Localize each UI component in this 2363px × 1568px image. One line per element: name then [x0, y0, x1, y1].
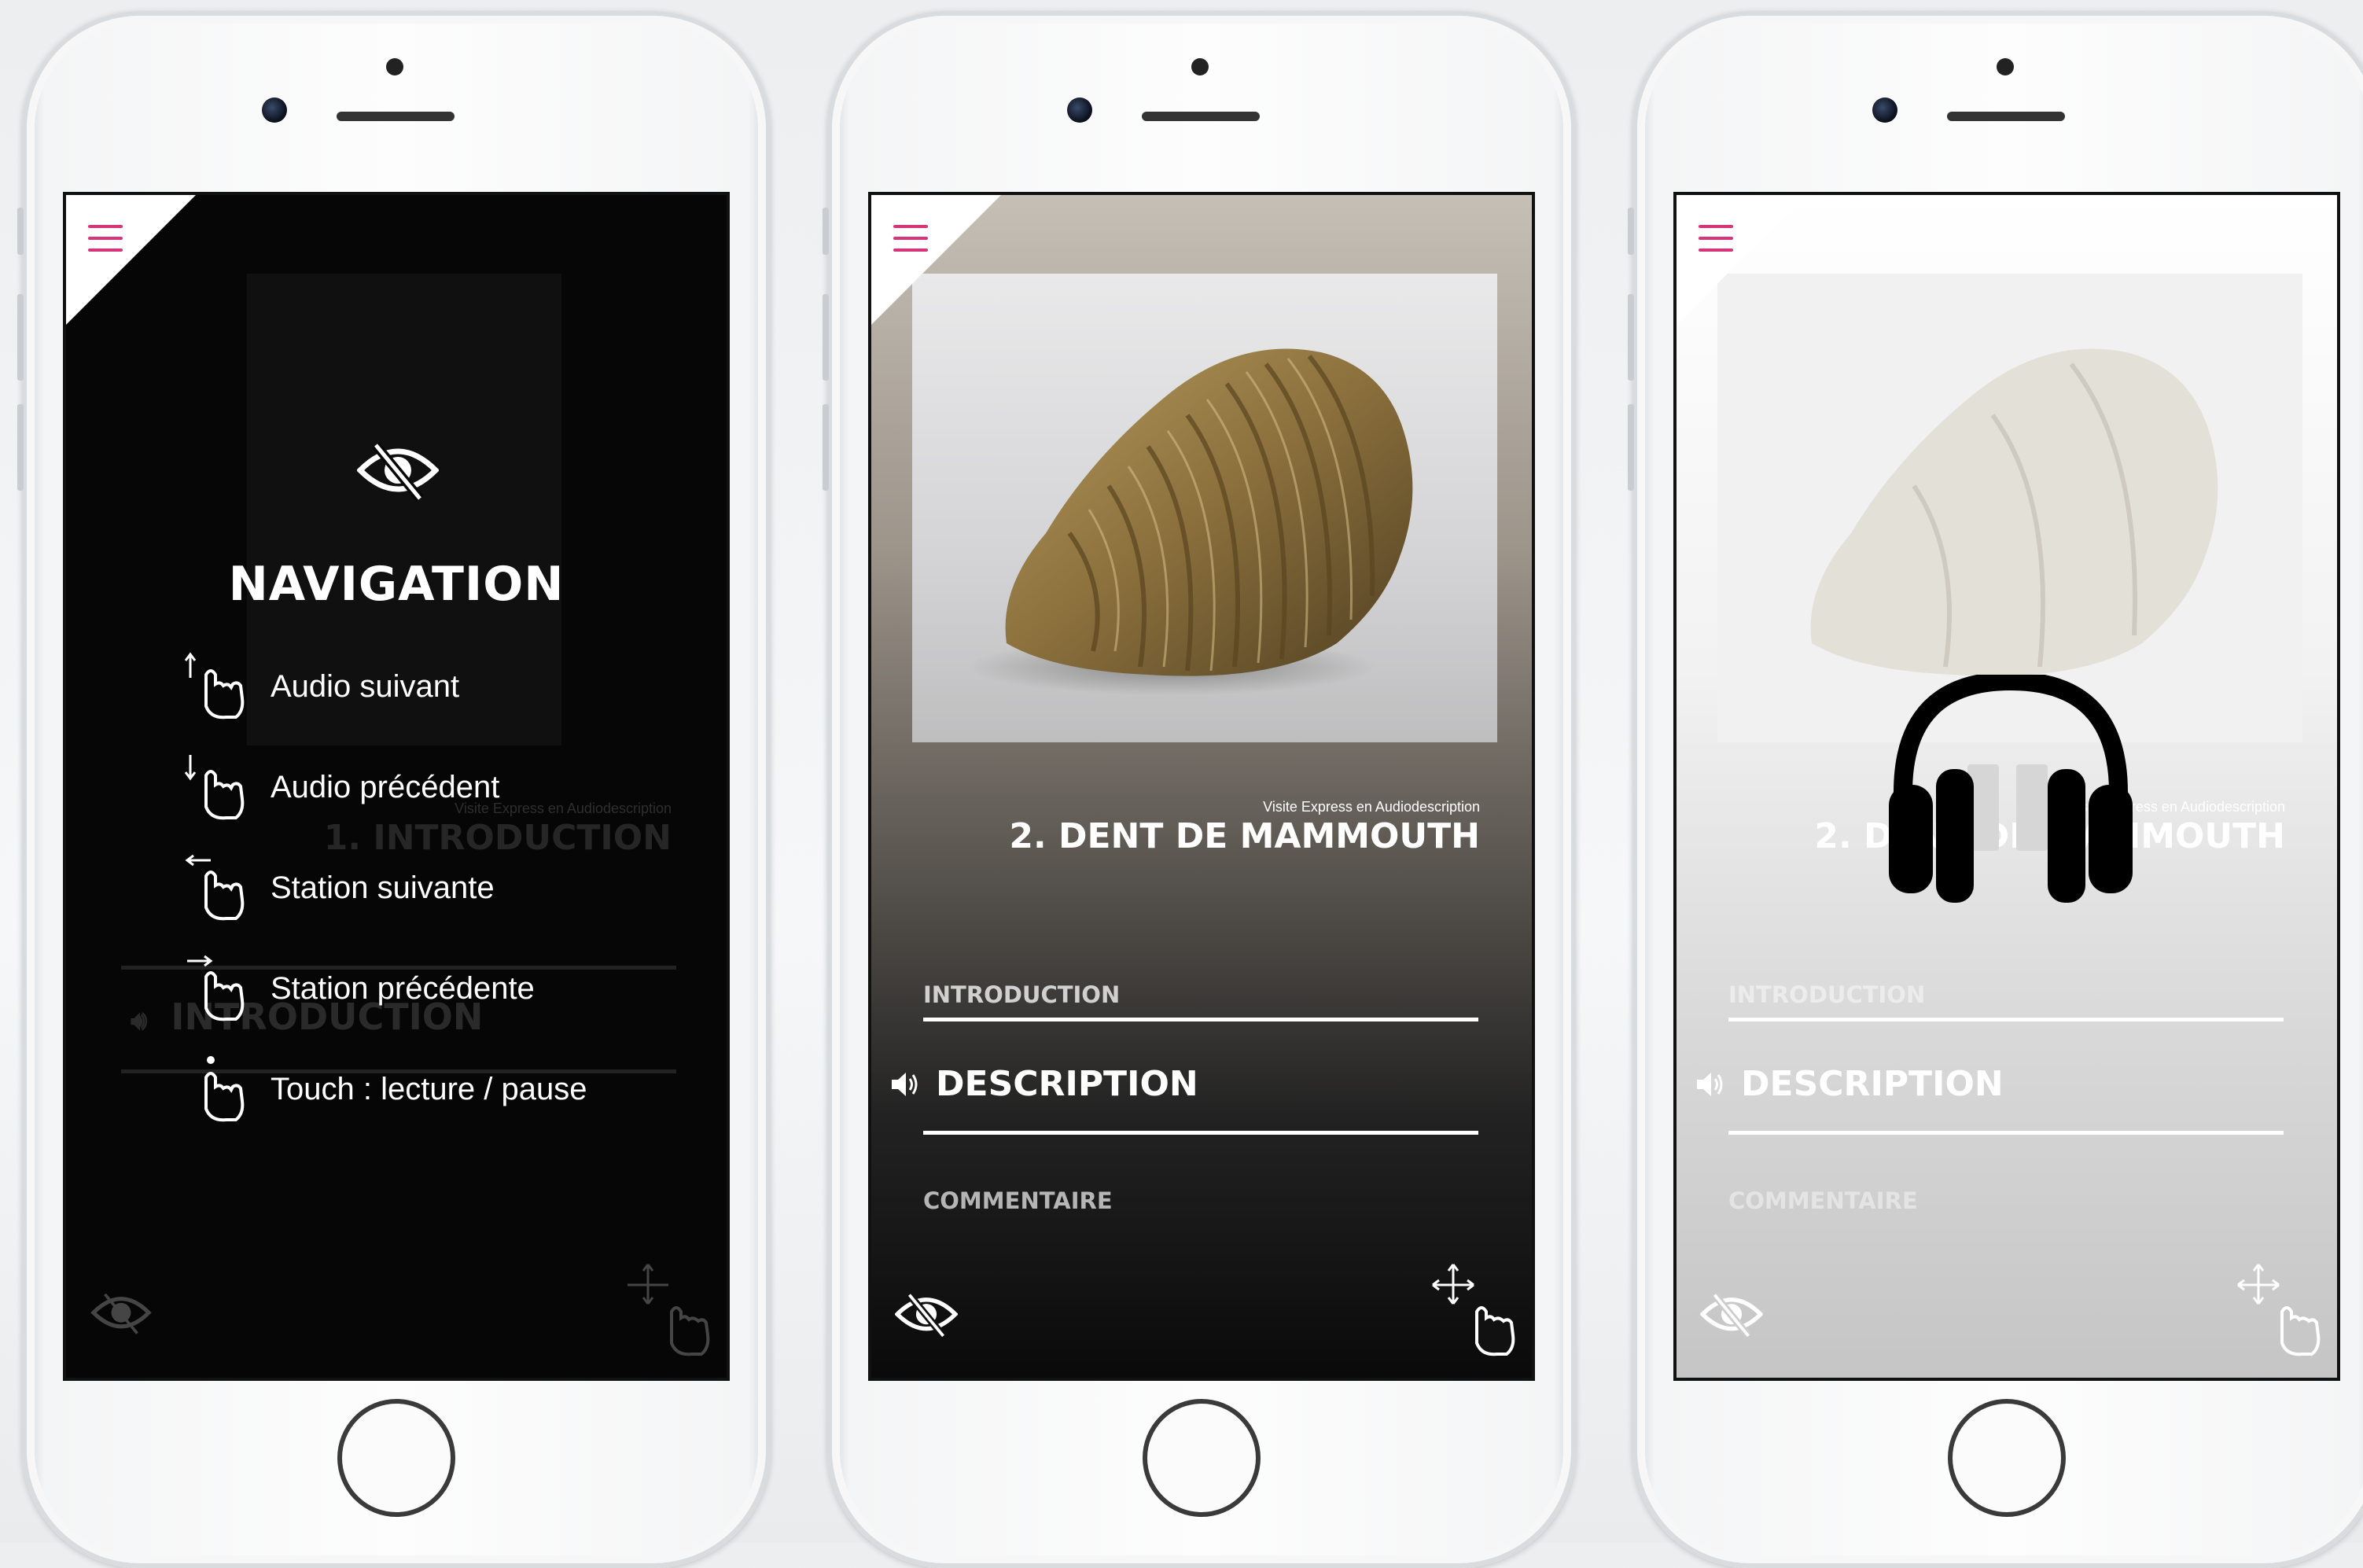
nav-item-audio-suivant: Audio suivant — [184, 651, 459, 722]
volume-up-button — [17, 294, 24, 381]
track-description-active[interactable]: DESCRIPTION — [1695, 1064, 2004, 1104]
phone-track-player: Visite Express en Audiodescription 2. DE… — [823, 11, 1576, 1568]
eye-icon[interactable] — [894, 1290, 959, 1344]
swipe-left-hand-icon — [185, 854, 245, 921]
earpiece-speaker — [337, 112, 455, 121]
artwork-image-faded — [1717, 274, 2302, 742]
proximity-sensor — [386, 58, 403, 75]
track-divider — [923, 1018, 1478, 1021]
nav-item-touch: Touch : lecture / pause — [184, 1054, 587, 1124]
nav-item-label: Audio précédent — [271, 769, 500, 804]
menu-icon[interactable] — [88, 225, 123, 252]
front-camera — [262, 98, 287, 123]
player-screen: Visite Express en Audiodescription 2. DE… — [868, 192, 1535, 1381]
swipe-right-hand-icon — [187, 955, 245, 1021]
home-button[interactable] — [337, 1399, 455, 1517]
track-introduction[interactable]: INTRODUCTION — [923, 981, 1120, 1008]
nav-item-station-precedente: Station précédente — [184, 953, 535, 1024]
eye-icon[interactable] — [1699, 1290, 1764, 1344]
track-commentaire[interactable]: COMMENTAIRE — [1728, 1187, 1918, 1214]
track-commentaire[interactable]: COMMENTAIRE — [923, 1187, 1113, 1214]
volume-down-button — [1628, 404, 1634, 491]
swipe-up-hand-icon — [184, 652, 245, 720]
mammoth-tooth-image — [967, 348, 1413, 695]
track-introduction[interactable]: INTRODUCTION — [1728, 981, 1925, 1008]
corner-tab — [66, 195, 196, 325]
track-label: DESCRIPTION — [936, 1064, 1198, 1104]
speaker-icon — [1697, 1072, 1723, 1096]
navigation-title: NAVIGATION — [228, 557, 565, 612]
menu-icon[interactable] — [893, 225, 928, 252]
subtitle: Visite Express en Audiodescription — [1263, 799, 1480, 815]
track-divider — [1728, 1131, 2284, 1135]
tap-hand-icon — [204, 1056, 245, 1122]
phone-audio-playing: Visite Express en Audiodescription 2. DE… — [1628, 11, 2363, 1568]
corner-tab — [1677, 195, 1806, 325]
track-divider — [1728, 1018, 2284, 1021]
eye-icon-dimmed — [90, 1290, 153, 1341]
mute-switch — [823, 208, 829, 255]
volume-up-button — [823, 294, 829, 381]
station-title: 2. DENT DE MAMMOUTH — [1009, 816, 1480, 856]
phone-navigation-help: Visite Express en Audiodescription 1. IN… — [17, 11, 771, 1568]
front-camera — [1067, 98, 1092, 123]
eye-icon — [356, 439, 440, 507]
speaker-icon: 🔊︎ — [131, 1005, 148, 1036]
nav-item-label: Touch : lecture / pause — [271, 1071, 587, 1106]
headphones-icon — [1889, 671, 2133, 907]
nav-item-audio-precedent: Audio précédent — [184, 752, 499, 823]
corner-tab — [871, 195, 1001, 325]
volume-up-button — [1628, 294, 1634, 381]
proximity-sensor — [1997, 58, 2014, 75]
three-phone-mockup: Visite Express en Audiodescription 1. IN… — [0, 0, 2363, 1568]
speaker-icon — [892, 1072, 918, 1096]
swipe-down-hand-icon — [184, 755, 245, 820]
mute-switch — [17, 208, 24, 255]
home-button[interactable] — [1143, 1399, 1261, 1517]
nav-item-label: Station précédente — [271, 970, 535, 1006]
nav-item-label: Station suivante — [271, 870, 495, 905]
front-camera — [1872, 98, 1897, 123]
home-button[interactable] — [1948, 1399, 2066, 1517]
earpiece-speaker — [1947, 112, 2065, 121]
track-divider — [923, 1131, 1478, 1135]
player-screen-faded: Visite Express en Audiodescription 2. DE… — [1673, 192, 2340, 1381]
artwork-image — [912, 274, 1497, 742]
navigation-screen: Visite Express en Audiodescription 1. IN… — [63, 192, 730, 1381]
volume-down-button — [17, 404, 24, 491]
earpiece-speaker — [1142, 112, 1260, 121]
gesture-icon[interactable] — [1422, 1257, 1524, 1371]
gesture-icon-dimmed — [617, 1257, 719, 1371]
mute-switch — [1628, 208, 1634, 255]
proximity-sensor — [1191, 58, 1209, 75]
nav-item-station-suivante: Station suivante — [184, 852, 495, 923]
track-description-active[interactable]: DESCRIPTION — [890, 1064, 1198, 1104]
nav-item-label: Audio suivant — [271, 668, 460, 704]
volume-down-button — [823, 404, 829, 491]
gesture-icon[interactable] — [2227, 1257, 2329, 1371]
track-label: DESCRIPTION — [1741, 1064, 2004, 1104]
menu-icon[interactable] — [1699, 225, 1733, 252]
